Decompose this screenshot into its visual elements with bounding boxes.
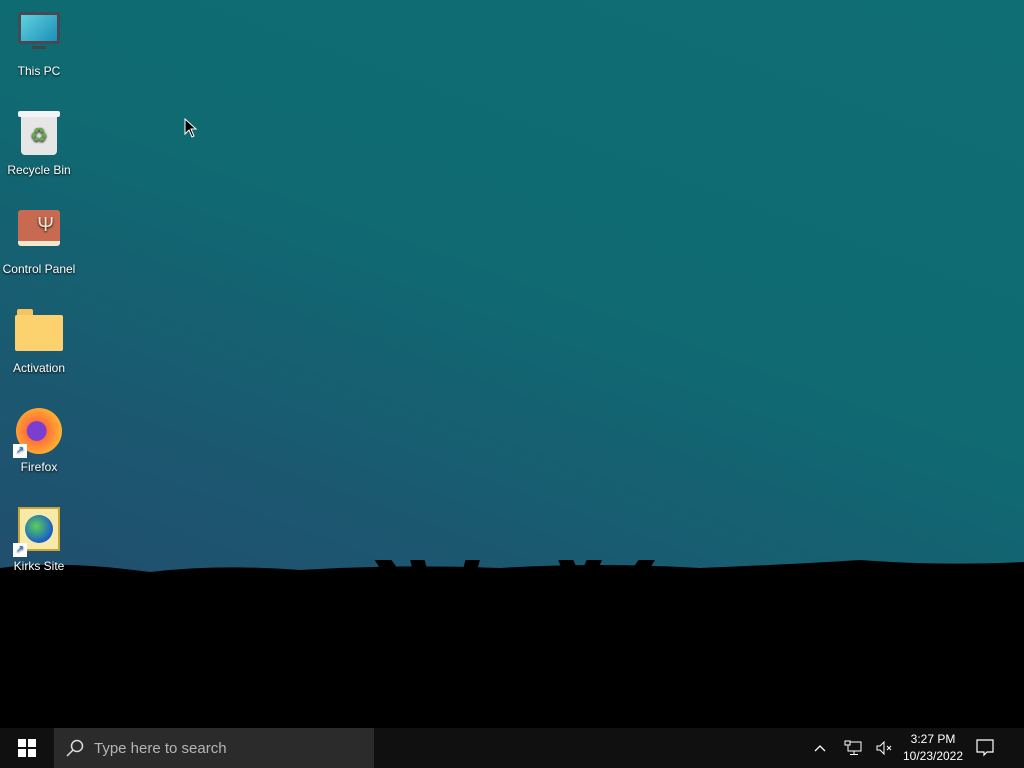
volume-muted-icon <box>876 741 892 755</box>
web-page-icon: ↗ <box>13 507 63 557</box>
action-center-button[interactable] <box>972 728 998 768</box>
search-placeholder: Type here to search <box>94 739 227 757</box>
icon-label: Recycle Bin <box>7 163 71 177</box>
taskbar-search-box[interactable]: Type here to search <box>54 728 374 768</box>
desktop-icon-this-pc[interactable]: This PC <box>0 4 78 78</box>
start-button[interactable] <box>0 728 54 768</box>
firefox-icon: ↗ <box>13 408 63 458</box>
shortcut-arrow-icon: ↗ <box>13 444 27 458</box>
mouse-cursor-icon <box>184 118 198 138</box>
windows-logo-icon <box>18 739 36 757</box>
clock-time: 3:27 PM <box>910 732 956 746</box>
icon-label: This PC <box>17 64 61 78</box>
desktop-icon-firefox[interactable]: ↗ Firefox <box>0 400 78 474</box>
clock-date: 10/23/2022 <box>902 749 964 763</box>
search-icon <box>66 739 84 757</box>
recycle-bin-icon: ♻ <box>15 111 63 159</box>
notification-icon <box>976 739 994 757</box>
desktop-icon-activation[interactable]: Activation <box>0 301 78 375</box>
desktop-icon-kirks-site[interactable]: ↗ Kirks Site <box>0 499 78 573</box>
show-hidden-icons-button[interactable] <box>808 728 832 768</box>
chevron-up-icon <box>814 745 826 752</box>
clock-button[interactable]: 3:27 PM 10/23/2022 <box>898 731 968 765</box>
wallpaper-tentacles <box>0 560 1024 728</box>
control-panel-icon: Ψ <box>15 210 63 258</box>
icon-label: Kirks Site <box>13 559 65 573</box>
folder-icon <box>15 309 63 357</box>
desktop-icon-control-panel[interactable]: Ψ Control Panel <box>0 202 78 276</box>
monitor-icon <box>15 12 63 60</box>
taskbar: Type here to search 3:27 PM 10/23/2022 <box>0 728 1024 768</box>
volume-button[interactable] <box>872 728 896 768</box>
icon-label: Activation <box>12 361 66 375</box>
network-button[interactable] <box>840 728 866 768</box>
shortcut-arrow-icon: ↗ <box>13 543 27 557</box>
desktop-icon-recycle-bin[interactable]: ♻ Recycle Bin <box>0 103 78 177</box>
icon-label: Firefox <box>20 460 58 474</box>
icon-label: Control Panel <box>2 262 76 276</box>
network-icon <box>844 740 862 755</box>
